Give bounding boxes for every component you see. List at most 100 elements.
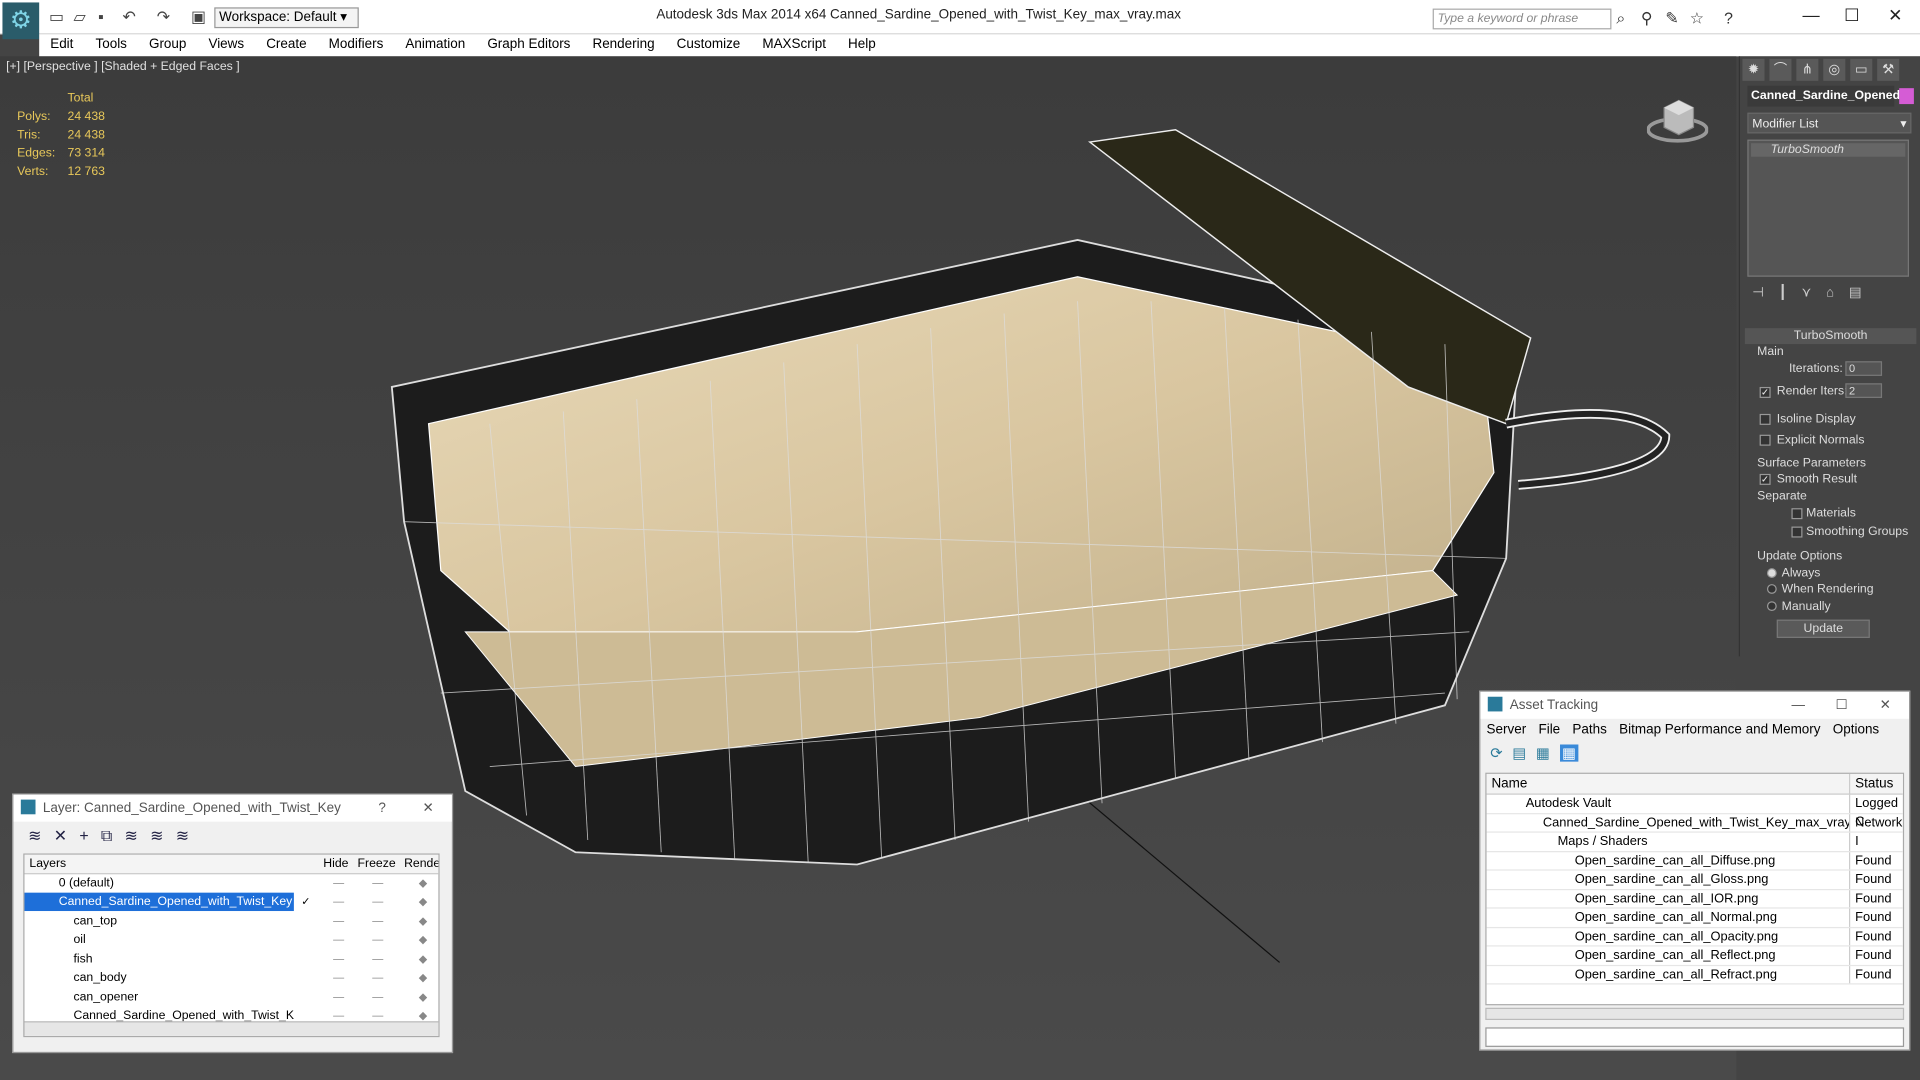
menu-rendering[interactable]: Rendering xyxy=(581,37,665,53)
when-rendering-radio[interactable] xyxy=(1766,584,1777,594)
table-row[interactable]: Open_sardine_can_all_Reflect.png Found xyxy=(1486,946,1903,966)
table-row[interactable]: Open_sardine_can_all_Normal.png Found xyxy=(1486,908,1903,928)
layer-row[interactable]: Canned_Sardine_Opened_with_Twist_Key ✓ — — ◆ xyxy=(24,892,438,912)
help-icon[interactable]: ? xyxy=(378,795,386,822)
create-tab-icon[interactable]: ✹ xyxy=(1742,58,1765,81)
workspace-select[interactable]: Workspace: Default ▾ xyxy=(214,7,359,29)
menu-group[interactable]: Group xyxy=(138,37,197,53)
materials-checkbox[interactable] xyxy=(1791,508,1803,520)
always-radio[interactable] xyxy=(1766,568,1777,578)
open-file-icon[interactable]: ▱ xyxy=(73,7,85,27)
menu-server[interactable]: Server xyxy=(1480,722,1532,737)
menu-paths[interactable]: Paths xyxy=(1566,722,1613,737)
table-row[interactable]: Open_sardine_can_all_Diffuse.png Found xyxy=(1486,851,1903,871)
asset-table[interactable]: Name Status Autodesk Vault Logged C Canne… xyxy=(1485,772,1905,1006)
object-color-swatch[interactable] xyxy=(1899,88,1914,105)
horizontal-scrollbar[interactable] xyxy=(24,1021,439,1036)
smoothing-groups-checkbox[interactable] xyxy=(1791,526,1803,538)
modify-tab-icon[interactable]: ⌒ xyxy=(1769,58,1792,81)
stack-item-turbosmooth[interactable]: TurboSmooth xyxy=(1751,143,1906,157)
table-row[interactable]: Canned_Sardine_Opened_with_Twist_Key_max… xyxy=(1486,813,1903,848)
freeze-all-icon[interactable]: ≋ xyxy=(176,827,189,847)
layer-row[interactable]: can_body — — ◆ xyxy=(24,969,438,988)
stack-tools[interactable]: ⊣┃⋎⌂▤ xyxy=(1752,284,1876,300)
asset-path-field[interactable] xyxy=(1485,1027,1905,1047)
delete-layer-icon[interactable]: ✕ xyxy=(54,827,67,847)
render-iters-spinner[interactable]: 2 xyxy=(1845,383,1883,398)
new-file-icon[interactable]: ▭ xyxy=(49,7,64,27)
col-freeze[interactable]: Freeze xyxy=(358,855,396,873)
asset-tracking-titlebar[interactable]: Asset Tracking — ☐ ✕ xyxy=(1480,691,1909,719)
motion-tab-icon[interactable]: ◎ xyxy=(1823,58,1846,81)
modifier-stack[interactable]: TurboSmooth xyxy=(1747,139,1909,277)
explicit-normals-checkbox[interactable] xyxy=(1759,434,1771,446)
favorites-icon[interactable]: ☆ xyxy=(1690,9,1704,29)
col-layers[interactable]: Layers xyxy=(24,855,293,873)
hierarchy-tab-icon[interactable]: ⋔ xyxy=(1796,58,1819,81)
menu-customize[interactable]: Customize xyxy=(666,37,752,53)
layer-row[interactable]: can_top — — ◆ xyxy=(24,912,438,931)
col-render[interactable]: Render xyxy=(404,855,438,873)
menu-create[interactable]: Create xyxy=(255,37,317,53)
project-icon[interactable]: ▣ xyxy=(191,7,206,27)
render-iters-checkbox[interactable]: ✓ xyxy=(1759,386,1771,398)
col-status[interactable]: Status xyxy=(1848,773,1893,795)
menu-tools[interactable]: Tools xyxy=(84,37,137,53)
smooth-result-checkbox[interactable]: ✓ xyxy=(1759,473,1771,485)
search-input[interactable]: Type a keyword or phrase xyxy=(1432,8,1612,30)
maximize-icon[interactable]: ☐ xyxy=(1844,5,1859,26)
binoculars-icon[interactable]: ⌕ xyxy=(1616,9,1625,29)
layer-row[interactable]: oil — — ◆ xyxy=(24,931,438,950)
close-icon[interactable]: ✕ xyxy=(1888,5,1902,26)
menu-modifiers[interactable]: Modifiers xyxy=(318,37,395,53)
col-hide[interactable]: Hide xyxy=(323,855,348,873)
close-icon[interactable]: ✕ xyxy=(422,795,433,822)
subscription-icon[interactable]: ✎ xyxy=(1665,9,1678,29)
layer-manager-titlebar[interactable]: Layer: Canned_Sardine_Opened_with_Twist_… xyxy=(13,794,452,822)
help-icon[interactable]: ? xyxy=(1724,9,1733,27)
hide-all-icon[interactable]: ≋ xyxy=(150,827,163,847)
table-row[interactable]: Open_sardine_can_all_IOR.png Found xyxy=(1486,889,1903,909)
update-button[interactable]: Update xyxy=(1776,619,1870,638)
horizontal-scrollbar[interactable] xyxy=(1485,1007,1905,1021)
utilities-tab-icon[interactable]: ⚒ xyxy=(1877,58,1900,81)
minimize-icon[interactable]: — xyxy=(1791,692,1804,719)
manually-radio[interactable] xyxy=(1766,601,1777,612)
menu-help[interactable]: Help xyxy=(837,37,887,53)
menu-options[interactable]: Options xyxy=(1827,722,1886,737)
layer-row[interactable]: fish — — ◆ xyxy=(24,950,438,969)
close-icon[interactable]: ✕ xyxy=(1880,692,1891,719)
minimize-icon[interactable]: — xyxy=(1802,5,1819,25)
save-icon[interactable]: ▪ xyxy=(98,7,104,25)
menu-views[interactable]: Views xyxy=(197,37,255,53)
search-icon[interactable]: ⚲ xyxy=(1641,9,1653,29)
table-row[interactable]: Maps / Shaders xyxy=(1486,832,1903,852)
table-row[interactable]: Open_sardine_can_all_Refract.png Found xyxy=(1486,965,1903,985)
app-logo-icon[interactable]: ⚙ xyxy=(2,2,40,40)
iterations-spinner[interactable]: 0 xyxy=(1845,361,1883,376)
isoline-checkbox[interactable] xyxy=(1759,413,1771,425)
table-row[interactable]: Autodesk Vault Logged C xyxy=(1486,794,1903,829)
undo-icon[interactable]: ↶ xyxy=(122,7,135,27)
maximize-icon[interactable]: ☐ xyxy=(1836,692,1848,719)
menu-graph-editors[interactable]: Graph Editors xyxy=(476,37,581,53)
add-to-layer-icon[interactable]: + xyxy=(79,827,88,847)
table-row[interactable]: Open_sardine_can_all_Gloss.png Found xyxy=(1486,870,1903,890)
layer-row[interactable]: can_opener — — ◆ xyxy=(24,988,438,1007)
col-name[interactable]: Name xyxy=(1491,774,1527,795)
select-in-layer-icon[interactable]: ⧉ xyxy=(101,827,112,847)
turbosmooth-rollout-header[interactable]: TurboSmooth xyxy=(1744,328,1917,345)
menu-edit[interactable]: Edit xyxy=(39,37,84,53)
menu-maxscript[interactable]: MAXScript xyxy=(751,37,837,53)
layer-table[interactable]: Layers Hide Freeze Render 0 (default)——◆… xyxy=(23,853,440,1038)
object-name-field[interactable]: Canned_Sardine_Opened xyxy=(1747,85,1900,107)
modifier-list-select[interactable]: Modifier List ▾ xyxy=(1747,112,1912,134)
redo-icon[interactable]: ↷ xyxy=(157,7,170,27)
menu-bitmap-performance[interactable]: Bitmap Performance and Memory xyxy=(1613,722,1827,737)
table-row[interactable]: Open_sardine_can_all_Opacity.png Found xyxy=(1486,927,1903,947)
menu-animation[interactable]: Animation xyxy=(394,37,476,53)
highlight-layer-icon[interactable]: ≋ xyxy=(125,827,138,847)
display-tab-icon[interactable]: ▭ xyxy=(1850,58,1873,81)
menu-file[interactable]: File xyxy=(1532,722,1566,737)
asset-toolbar[interactable]: ⟳▤▦ ▦ xyxy=(1480,741,1909,768)
